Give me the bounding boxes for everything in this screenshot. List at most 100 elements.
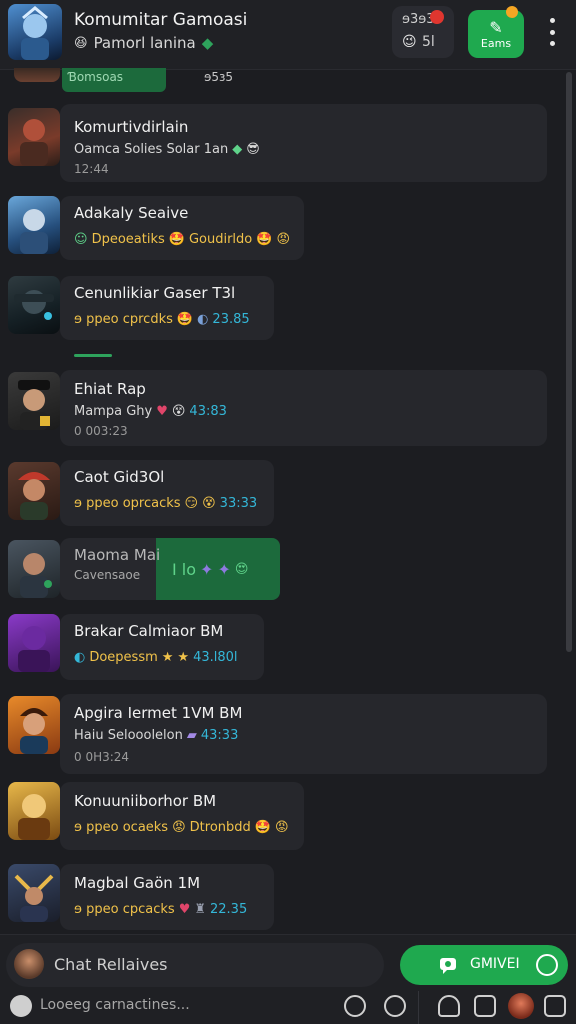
globe-icon[interactable] [384, 995, 406, 1017]
message-text: ɘ ppeo cpcacks [74, 902, 175, 917]
chat-list: Komurtivdirlain Oamca Solies Solar 1an ◆… [0, 94, 576, 934]
emoji-icon: 😡 [172, 820, 186, 835]
message-text: Haiu Selooolelon [74, 728, 183, 743]
chat-name: Konuuniiborhor BM [74, 792, 217, 810]
avatar [8, 196, 60, 254]
more-options-icon[interactable] [544, 18, 560, 46]
controller-icon: ✎ [489, 18, 503, 37]
list-item[interactable]: Adakaly Seaive ☺ Dpeoeatiks 🤩 Goudirldo … [0, 192, 576, 266]
star-icon: ✦ [200, 560, 214, 579]
star-icon: ✦ [217, 560, 231, 579]
chat-name: Cenunlikiar Gaser T3l [74, 284, 236, 302]
chat-relatives-field[interactable]: Chat Rellaives [6, 943, 384, 987]
last-message: Haiu Selooolelon ▰ 43:33 [74, 728, 238, 743]
chat-subtitle-row: 😆 Pamorl lanina ◆ [74, 34, 213, 52]
timestamp: 43.l80l [193, 650, 238, 665]
reaction-text: I lo [172, 560, 197, 579]
emoji-icon: 🤩 [254, 820, 271, 835]
partial-message: Ɓomsoas [68, 70, 124, 84]
badge-count-bottom: 5l [422, 34, 435, 50]
list-item[interactable]: Apgira Iermet 1VM BM Haiu Selooolelon ▰ … [0, 692, 576, 776]
heart-icon: ♥ [156, 404, 168, 419]
games-dot-icon [506, 6, 518, 18]
unread-divider [74, 354, 112, 357]
divider [418, 991, 419, 1024]
partial-time: ɘ5ɜ5 [204, 70, 234, 84]
badge-icon: ◐ [197, 312, 209, 327]
game-controller-icon: ◆ [201, 34, 214, 52]
avatar [14, 68, 60, 82]
star-icon: ★ [161, 650, 174, 665]
status-icon: ☺ [74, 232, 88, 247]
message-text: Oamca Solies Solar 1an [74, 142, 229, 157]
list-item[interactable]: Ehiat Rap Mampa Ghy ♥ 😵 43:83 0 003:23 [0, 364, 576, 448]
chat-subtitle: Pamorl lanina [93, 34, 196, 52]
message-text: Cavensaoe [74, 568, 141, 582]
last-message: ☺ Dpeoeatiks 🤩 Goudirldo 🤩 😡 [74, 232, 290, 247]
send-button-label: GMIVEI [470, 956, 520, 972]
partial-list-item[interactable]: Ɓomsoas ɘ5ɜ5 [8, 68, 276, 92]
check-icon[interactable] [344, 995, 366, 1017]
heart-icon: ♥ [178, 902, 191, 917]
last-message: ɘ ppeo cpcacks ♥ ♜ 22.35 [74, 902, 247, 917]
upload-icon[interactable] [438, 995, 460, 1017]
star-icon: ★ [177, 650, 190, 665]
check-circle-icon [536, 954, 558, 976]
avatar [8, 782, 60, 840]
chat-header: Komumitar Gamoasi 😆 Pamorl lanina ◆ ɘ3ɘ3… [0, 0, 576, 70]
last-message: ɘ ppeo cprcdks 🤩 ◐ 23.85 [74, 312, 250, 327]
emoji-icon: 😏 [184, 496, 199, 511]
games-button-label: Eams [480, 37, 512, 50]
avatar [8, 462, 60, 520]
avatar [8, 372, 60, 430]
message-text: ɘ ppeo oprcacks [74, 496, 181, 511]
chat-relatives-label: Chat Rellaives [54, 955, 168, 974]
chat-name: Caot Gid3Ol [74, 468, 165, 486]
send-button[interactable]: GMIVEI [400, 945, 568, 985]
games-button[interactable]: ✎ Eams [468, 6, 524, 58]
chat-name: Komurtivdirlain [74, 118, 189, 136]
attach-icon[interactable] [10, 995, 32, 1017]
emoji-icon: 😵 [202, 496, 216, 511]
profile-avatar[interactable] [508, 993, 534, 1019]
chest-icon: ▰ [186, 728, 197, 743]
input-bar: Looeeg carnactines... [0, 991, 576, 1024]
list-item[interactable]: Magbal Gaön 1M ɘ ppeo cpcacks ♥ ♜ 22.35 [0, 862, 576, 934]
composer: Chat Rellaives GMIVEI Looeeg carnactines… [0, 934, 576, 1024]
last-message: ɘ ppeo oprcacks 😏 😵 33:33 [74, 496, 257, 511]
diamond-icon: ◆ [232, 142, 243, 157]
chat-name: Magbal Gaön 1M [74, 874, 201, 892]
video-icon[interactable] [544, 995, 566, 1017]
avatar [8, 276, 60, 334]
cool-face-icon: 😎 [246, 142, 260, 157]
chat-bubble-icon [440, 958, 456, 974]
list-item[interactable]: Brakar Calmiaor BM ◐ Doepessm ★ ★ 43.l80… [0, 610, 576, 686]
notification-badge[interactable]: ɘ3ɘ3 😉 5l [392, 6, 454, 58]
message-input[interactable]: Looeeg carnactines... [40, 997, 190, 1013]
list-item[interactable]: Cenunlikiar Gaser T3l ɘ ppeo cprcdks 🤩 ◐… [0, 272, 576, 346]
timestamp: 22.35 [210, 902, 248, 917]
status-icon: ◐ [74, 650, 86, 665]
list-item[interactable]: Caot Gid3Ol ɘ ppeo oprcacks 😏 😵 33:33 [0, 458, 576, 528]
last-message: Mampa Ghy ♥ 😵 43:83 [74, 404, 227, 419]
chat-app: Komumitar Gamoasi 😆 Pamorl lanina ◆ ɘ3ɘ3… [0, 0, 576, 1024]
list-item[interactable]: Komurtivdirlain Oamca Solies Solar 1an ◆… [0, 104, 576, 188]
timestamp: 43:33 [200, 728, 239, 743]
meta-text: 0 003:23 [74, 424, 128, 438]
last-message: ɘ ppeo ocaeks 😡 Dtronbdd 🤩 😡 [74, 820, 289, 835]
timestamp: 43:83 [189, 404, 227, 419]
list-item[interactable]: Maoma Mai Cavensaoe I lo ✦ ✦ 😍 [0, 538, 576, 602]
avatar [14, 949, 44, 979]
reaction-row: I lo ✦ ✦ 😍 [172, 560, 248, 579]
list-item[interactable]: Konuuniiborhor BM ɘ ppeo ocaeks 😡 Dtronb… [0, 780, 576, 856]
emoji-icon: 😉 [402, 34, 417, 50]
meta-text: 0 0H3:24 [74, 750, 130, 764]
timestamp: 33:33 [219, 496, 258, 511]
gallery-icon[interactable] [474, 995, 496, 1017]
group-avatar[interactable] [8, 4, 62, 60]
timestamp: 12:44 [74, 162, 109, 176]
message-text-2: Dtronbdd [189, 820, 251, 835]
last-message: ◐ Doepessm ★ ★ 43.l80l [74, 650, 238, 665]
last-message: Oamca Solies Solar 1an ◆ 😎 [74, 142, 260, 157]
emoji-icon: 😵 [171, 404, 186, 419]
